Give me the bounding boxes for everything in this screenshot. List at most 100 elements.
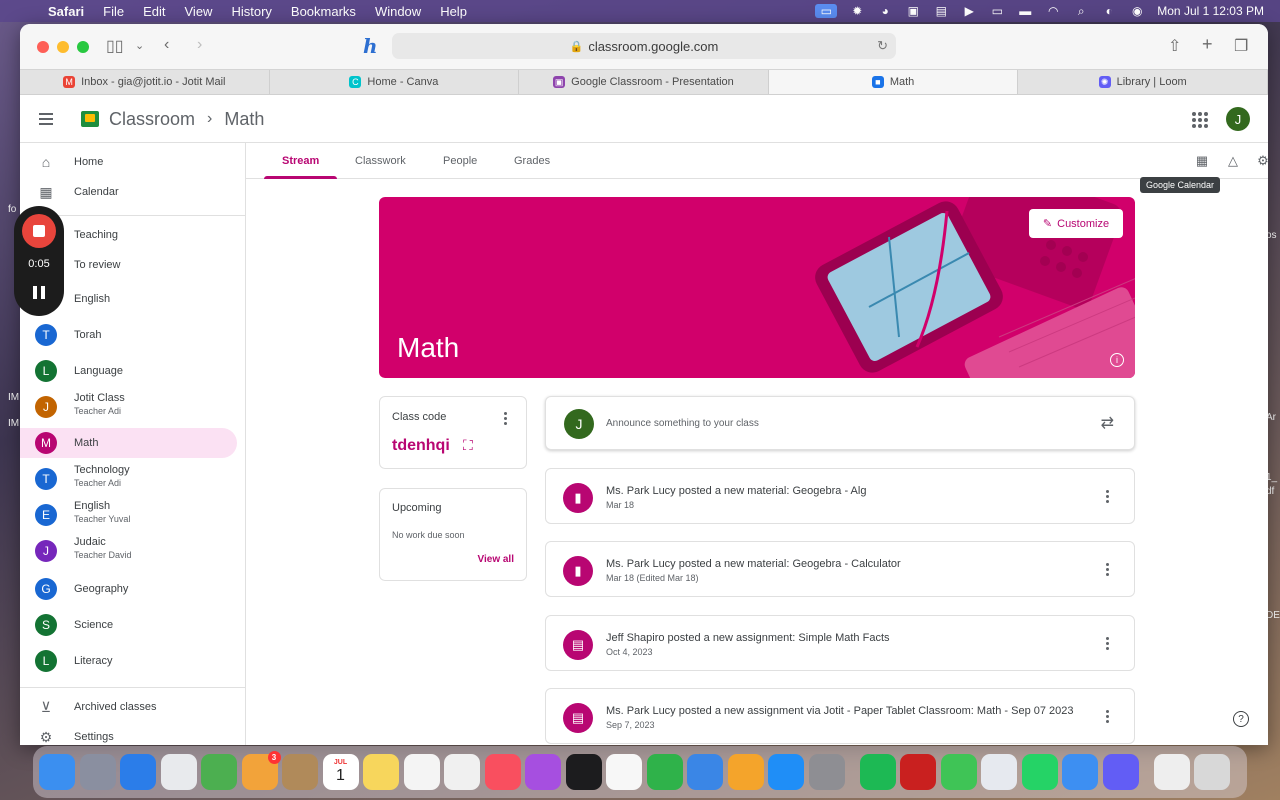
- acrobat-icon[interactable]: [900, 754, 936, 790]
- film-icon[interactable]: ▤: [933, 4, 949, 18]
- browser-tab[interactable]: C Home - Canva: [270, 70, 520, 94]
- sidebar-item-class[interactable]: J Jotit Class Teacher Adi: [20, 390, 237, 424]
- finder-icon[interactable]: [39, 754, 75, 790]
- app-title[interactable]: Classroom: [109, 109, 195, 130]
- zoom-helper-icon[interactable]: [981, 754, 1017, 790]
- info-icon[interactable]: i: [1110, 353, 1124, 367]
- trash-icon[interactable]: [1194, 754, 1230, 790]
- sidebar-item-archived[interactable]: ⊻ Archived classes: [20, 692, 237, 722]
- notes-icon[interactable]: [363, 754, 399, 790]
- maps-icon[interactable]: [201, 754, 237, 790]
- appstore-icon[interactable]: [768, 754, 804, 790]
- share-icon[interactable]: ⇧: [1168, 36, 1181, 56]
- menubar-clock[interactable]: Mon Jul 1 12:03 PM: [1157, 4, 1264, 18]
- more-options-icon[interactable]: [1106, 490, 1110, 503]
- music-icon[interactable]: [484, 754, 521, 790]
- browser-tab[interactable]: ✺ Library | Loom: [1018, 70, 1268, 94]
- keynote-icon[interactable]: [687, 754, 723, 790]
- fullscreen-icon[interactable]: ⛶: [463, 437, 473, 454]
- sidebar-item-settings[interactable]: ⚙ Settings: [20, 722, 237, 745]
- battery-icon[interactable]: ▬: [1017, 4, 1033, 18]
- reminders-icon[interactable]: [403, 754, 440, 790]
- account-avatar[interactable]: J: [1226, 107, 1250, 131]
- play-icon[interactable]: ▶: [961, 4, 977, 18]
- more-options-icon[interactable]: [1106, 563, 1110, 576]
- photos-icon[interactable]: 3: [241, 751, 281, 790]
- view-all-link[interactable]: View all: [477, 554, 514, 565]
- menu-edit[interactable]: Edit: [143, 4, 165, 19]
- sidebar-item-class[interactable]: G Geography: [20, 574, 237, 604]
- repost-icon[interactable]: ⇄: [1101, 413, 1114, 433]
- sidebar-item-class[interactable]: T Technology Teacher Adi: [20, 462, 237, 496]
- sidebar-item-class[interactable]: S Science: [20, 610, 237, 640]
- whatsapp-icon[interactable]: [1021, 754, 1058, 790]
- address-bar[interactable]: 🔒 classroom.google.com ↻: [392, 33, 896, 59]
- brightness-icon[interactable]: ✹: [849, 4, 865, 18]
- screen-record-icon[interactable]: ▭: [815, 4, 838, 18]
- pages-icon[interactable]: [727, 754, 764, 790]
- podcasts-icon[interactable]: [525, 754, 561, 790]
- siri-icon[interactable]: ◉: [1129, 4, 1145, 18]
- tab-people[interactable]: People: [443, 143, 477, 178]
- numbers-icon[interactable]: [646, 754, 683, 790]
- wifi-icon[interactable]: ◠: [1045, 4, 1061, 18]
- hypothesis-extension-icon[interactable]: h: [363, 34, 378, 58]
- sidebar-item-class[interactable]: J Judaic Teacher David: [20, 534, 237, 568]
- google-calendar-icon[interactable]: ▦: [1194, 153, 1210, 169]
- stream-post[interactable]: ▮ Ms. Park Lucy posted a new material: Ge…: [545, 468, 1135, 524]
- customize-button[interactable]: ✎ Customize: [1029, 209, 1123, 238]
- safari-icon[interactable]: [120, 754, 156, 790]
- sidebar-item-class[interactable]: E English Teacher Yuval: [20, 498, 237, 532]
- control-center-icon[interactable]: ◐: [1101, 4, 1117, 18]
- close-window-button[interactable]: [37, 40, 49, 53]
- spotify-icon[interactable]: [859, 754, 896, 790]
- browser-tab[interactable]: ■ Math: [768, 70, 1019, 94]
- browser-tab[interactable]: M Inbox - gia@jotit.io - Jotit Mail: [20, 70, 270, 94]
- stream-post[interactable]: ▮ Ms. Park Lucy posted a new material: Ge…: [545, 541, 1135, 597]
- preview-icon[interactable]: [1153, 754, 1190, 790]
- chevron-down-icon[interactable]: ⌄: [135, 39, 144, 52]
- settings-icon[interactable]: [808, 754, 845, 790]
- tab-stream[interactable]: Stream: [263, 143, 338, 179]
- drive-icon[interactable]: △: [1225, 153, 1241, 169]
- contacts-icon[interactable]: [282, 754, 318, 790]
- tv-icon[interactable]: [565, 754, 602, 790]
- menu-view[interactable]: View: [185, 4, 213, 19]
- facetime-icon[interactable]: [940, 754, 977, 790]
- chrome-icon[interactable]: [160, 754, 197, 790]
- sidebar-item-class[interactable]: L Language: [20, 356, 237, 386]
- tab-classwork[interactable]: Classwork: [355, 143, 406, 178]
- classroom-logo[interactable]: [81, 111, 99, 127]
- calendar-icon[interactable]: JUL 1: [322, 754, 359, 790]
- menu-window[interactable]: Window: [375, 4, 421, 19]
- sidebar-item-class[interactable]: L Literacy: [20, 646, 237, 676]
- display-icon[interactable]: ▭: [989, 4, 1005, 18]
- more-options-icon[interactable]: [504, 412, 508, 425]
- help-icon[interactable]: ?: [1233, 711, 1249, 727]
- class-settings-icon[interactable]: ⚙: [1255, 153, 1268, 169]
- freeform-icon[interactable]: [444, 754, 480, 790]
- news-icon[interactable]: [606, 754, 642, 790]
- google-apps-icon[interactable]: [1192, 112, 1208, 128]
- announce-box[interactable]: J Announce something to your class ⇄: [545, 396, 1135, 450]
- sidebar-item-class[interactable]: T Torah: [20, 320, 237, 350]
- stop-recording-button[interactable]: [22, 214, 56, 248]
- stream-post[interactable]: ▤ Jeff Shapiro posted a new assignment: S…: [545, 615, 1135, 671]
- breadcrumb-class[interactable]: Math: [224, 109, 264, 130]
- browser-tab[interactable]: ▣ Google Classroom - Presentation: [519, 70, 769, 94]
- tab-overview-icon[interactable]: ❐: [1234, 36, 1248, 56]
- menu-file[interactable]: File: [103, 4, 124, 19]
- sidebar-toggle-icon[interactable]: ▯▯: [106, 36, 124, 56]
- menu-history[interactable]: History: [231, 4, 271, 19]
- loom-icon[interactable]: [1102, 754, 1139, 790]
- sidebar-item-class[interactable]: M Math: [20, 428, 237, 458]
- menu-help[interactable]: Help: [440, 4, 467, 19]
- spotlight-search-icon[interactable]: ⌕: [1073, 4, 1089, 18]
- creative-cloud-icon[interactable]: ◕: [877, 4, 893, 18]
- zoom-window-button[interactable]: [77, 40, 89, 53]
- sidebar-item-home[interactable]: ⌂ Home: [20, 147, 237, 177]
- new-tab-icon[interactable]: +: [1202, 34, 1213, 55]
- mail-icon[interactable]: [1062, 754, 1098, 790]
- menu-bookmarks[interactable]: Bookmarks: [291, 4, 356, 19]
- sidebar-item-calendar[interactable]: ▦ Calendar: [20, 177, 237, 207]
